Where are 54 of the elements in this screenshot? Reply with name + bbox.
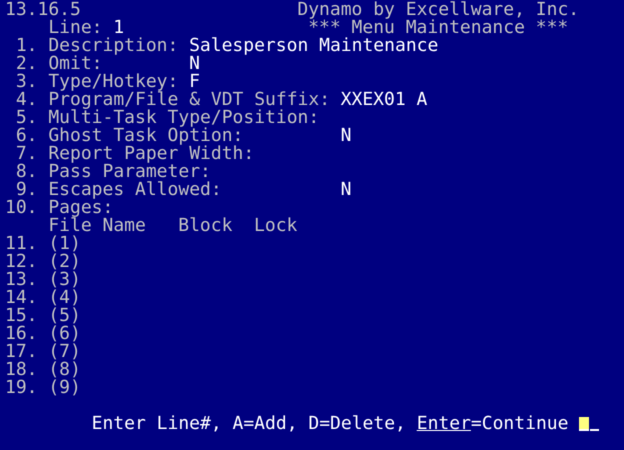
page-slot: (8)	[48, 361, 81, 379]
page-number: 14.	[5, 289, 38, 307]
field-number: 1.	[16, 37, 38, 55]
field-number: 9.	[16, 181, 38, 199]
page-number: 18.	[5, 361, 38, 379]
page-slot: (4)	[48, 289, 81, 307]
version-number: 13.16.5	[5, 1, 81, 19]
field-label: Ghost Task Option:	[48, 127, 244, 145]
field-value: N	[340, 127, 352, 145]
screen-title: *** Menu Maintenance ***	[308, 19, 568, 37]
page-number: 12.	[5, 253, 38, 271]
page-slot: (7)	[48, 343, 81, 361]
column-header: File Name	[48, 217, 146, 235]
page-slot: (5)	[48, 307, 81, 325]
field-label: Escapes Allowed:	[48, 181, 222, 199]
column-header: Lock	[254, 217, 298, 235]
command-prompt: Enter Line#, A=Add, D=Delete, Enter=Continue	[92, 415, 568, 433]
column-header: Block	[178, 217, 232, 235]
page-slot: (2)	[48, 253, 81, 271]
field-value: F	[189, 73, 200, 91]
page-slot: (1)	[48, 235, 81, 253]
field-number: 3.	[16, 73, 38, 91]
page-slot: (6)	[48, 325, 81, 343]
field-number: 7.	[16, 145, 38, 163]
field-value: N	[189, 55, 200, 73]
page-number: 13.	[5, 271, 38, 289]
field-number: 2.	[16, 55, 38, 73]
field-value: Salesperson Maintenance	[189, 37, 438, 55]
field-label: Report Paper Width:	[48, 145, 254, 163]
field-value: N	[340, 181, 352, 199]
field-number: 4.	[16, 91, 38, 109]
field-label: Pages:	[48, 199, 114, 217]
page-number: 16.	[5, 325, 38, 343]
field-number: 8.	[16, 163, 38, 181]
page-number: 19.	[5, 379, 38, 397]
field-value: XXEX01 A	[340, 91, 428, 109]
page-slot: (3)	[48, 271, 81, 289]
field-number: 6.	[16, 127, 38, 145]
page-number: 11.	[5, 235, 38, 253]
field-label: Description:	[48, 37, 178, 55]
line-value: 1	[113, 19, 124, 37]
product-name: Dynamo by Excellware, Inc.	[297, 1, 579, 19]
field-number: 10.	[5, 199, 38, 217]
field-label: Type/Hotkey:	[48, 73, 178, 91]
field-number: 5.	[16, 109, 38, 127]
field-label: Omit:	[48, 55, 102, 73]
page-number: 15.	[5, 307, 38, 325]
line-label: Line:	[48, 19, 102, 37]
page-number: 17.	[5, 343, 38, 361]
field-label: Multi-Task Type/Position:	[48, 109, 320, 127]
text-cursor-icon	[578, 416, 600, 432]
page-slot: (9)	[48, 379, 81, 397]
field-label: Pass Parameter:	[48, 163, 211, 181]
field-label: Program/File & VDT Suffix:	[48, 91, 330, 109]
